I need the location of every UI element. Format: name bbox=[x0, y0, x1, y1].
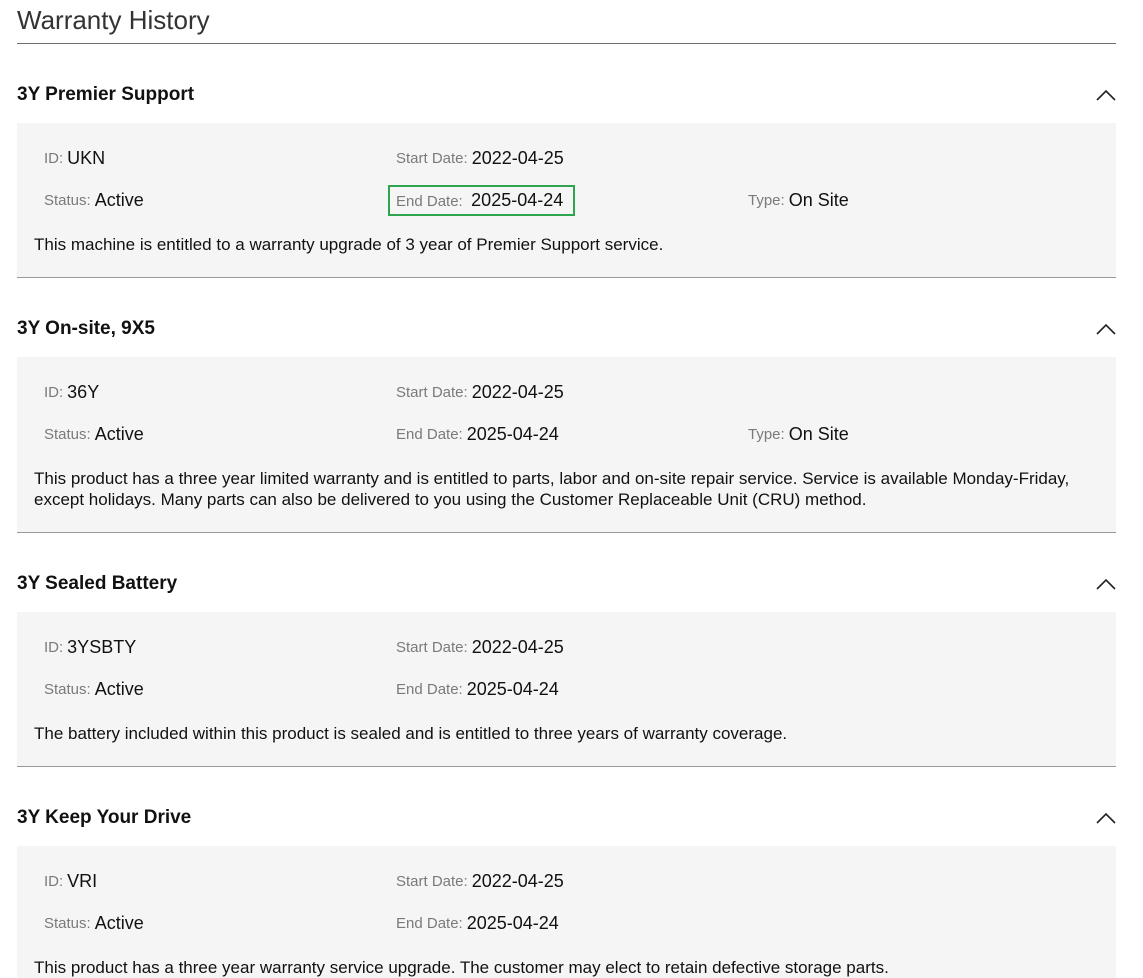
start-date-value: 2022-04-25 bbox=[471, 636, 564, 657]
details-row: ID: 3YSBTY Start Date: 2022-04-25 bbox=[17, 626, 1116, 668]
start-date-value: 2022-04-25 bbox=[471, 870, 564, 891]
type-value: On Site bbox=[788, 189, 849, 210]
details-row: Status: Active End Date: 2025-04-24 Type… bbox=[17, 179, 1116, 221]
type-field: Type: On Site bbox=[748, 423, 849, 444]
id-value: 36Y bbox=[67, 381, 100, 402]
details-row: ID: VRI Start Date: 2022-04-25 bbox=[17, 860, 1116, 902]
section-description: This product has a three year warranty s… bbox=[34, 958, 889, 977]
start-date-field: Start Date: 2022-04-25 bbox=[396, 636, 564, 657]
start-date-label: Start Date bbox=[396, 383, 464, 401]
status-label: Status bbox=[44, 425, 87, 443]
end-date-value: 2025-04-24 bbox=[466, 912, 559, 933]
chevron-up-icon[interactable] bbox=[1096, 322, 1116, 336]
section-details: ID: 36Y Start Date: 2022-04-25 Status: A… bbox=[17, 357, 1116, 532]
id-field: ID: 36Y bbox=[44, 381, 100, 402]
id-label: ID bbox=[44, 149, 59, 167]
end-date-label: End Date bbox=[396, 680, 459, 698]
warranty-section-onsite: 3Y On-site, 9X5 ID: 36Y Start Date: 2022… bbox=[17, 278, 1116, 533]
start-date-field: Start Date: 2022-04-25 bbox=[396, 870, 564, 891]
section-description: This product has a three year limited wa… bbox=[34, 469, 1070, 509]
chevron-up-icon[interactable] bbox=[1096, 88, 1116, 102]
status-value: Active bbox=[94, 678, 144, 699]
details-row: Status: Active End Date: 2025-04-24 bbox=[17, 668, 1116, 710]
warranty-history-panel: Warranty History 3Y Premier Support ID: … bbox=[17, 0, 1116, 978]
id-value: UKN bbox=[67, 147, 106, 168]
section-details: ID: VRI Start Date: 2022-04-25 Status: A… bbox=[17, 846, 1116, 978]
section-title: 3Y On-site, 9X5 bbox=[17, 317, 155, 339]
section-header-toggle[interactable]: 3Y Sealed Battery bbox=[17, 533, 1116, 612]
details-row: ID: 36Y Start Date: 2022-04-25 bbox=[17, 371, 1116, 413]
id-field: ID: VRI bbox=[44, 870, 98, 891]
id-label: ID bbox=[44, 872, 59, 890]
status-value: Active bbox=[94, 912, 144, 933]
start-date-value: 2022-04-25 bbox=[471, 381, 564, 402]
type-label: Type bbox=[748, 191, 781, 209]
status-field: Status: Active bbox=[44, 912, 144, 933]
status-field: Status: Active bbox=[44, 423, 144, 444]
status-value: Active bbox=[94, 423, 144, 444]
section-details: ID: UKN Start Date: 2022-04-25 Status: A… bbox=[17, 123, 1116, 277]
status-field: Status: Active bbox=[44, 189, 144, 210]
page-title: Warranty History bbox=[17, 0, 1116, 44]
highlight-box: End Date: 2025-04-24 bbox=[388, 184, 576, 216]
details-row: Status: Active End Date: 2025-04-24 bbox=[17, 902, 1116, 944]
start-date-value: 2022-04-25 bbox=[471, 147, 564, 168]
type-field: Type: On Site bbox=[748, 189, 849, 210]
end-date-label: End Date bbox=[396, 914, 459, 932]
end-date-field: End Date: 2025-04-24 bbox=[396, 678, 559, 699]
id-field: ID: 3YSBTY bbox=[44, 636, 137, 657]
details-row: ID: UKN Start Date: 2022-04-25 bbox=[17, 137, 1116, 179]
section-header-toggle[interactable]: 3Y Keep Your Drive bbox=[17, 767, 1116, 846]
warranty-section-sealed-battery: 3Y Sealed Battery ID: 3YSBTY Start Date:… bbox=[17, 533, 1116, 767]
details-row: Status: Active End Date: 2025-04-24 Type… bbox=[17, 413, 1116, 455]
end-date-value: 2025-04-24 bbox=[471, 189, 564, 210]
section-title: 3Y Sealed Battery bbox=[17, 572, 178, 594]
status-value: Active bbox=[94, 189, 144, 210]
section-header-toggle[interactable]: 3Y Premier Support bbox=[17, 44, 1116, 123]
start-date-field: Start Date: 2022-04-25 bbox=[396, 147, 564, 168]
id-label: ID bbox=[44, 638, 59, 656]
warranty-section-premier-support: 3Y Premier Support ID: UKN Start Date: 2… bbox=[17, 44, 1116, 278]
section-description: The battery included within this product… bbox=[34, 724, 788, 743]
status-field: Status: Active bbox=[44, 678, 144, 699]
id-field: ID: UKN bbox=[44, 147, 106, 168]
end-date-label: End Date bbox=[396, 425, 459, 443]
id-label: ID bbox=[44, 383, 59, 401]
end-date-value: 2025-04-24 bbox=[466, 678, 559, 699]
start-date-field: Start Date: 2022-04-25 bbox=[396, 381, 564, 402]
start-date-label: Start Date bbox=[396, 638, 464, 656]
chevron-up-icon[interactable] bbox=[1096, 577, 1116, 591]
warranty-section-keep-your-drive: 3Y Keep Your Drive ID: VRI Start Date: 2… bbox=[17, 767, 1116, 978]
section-header-toggle[interactable]: 3Y On-site, 9X5 bbox=[17, 278, 1116, 357]
end-date-value: 2025-04-24 bbox=[466, 423, 559, 444]
id-value: VRI bbox=[67, 870, 98, 891]
chevron-up-icon[interactable] bbox=[1096, 811, 1116, 825]
start-date-label: Start Date bbox=[396, 149, 464, 167]
end-date-label: End Date bbox=[396, 192, 459, 210]
end-date-field: End Date: 2025-04-24 bbox=[396, 423, 559, 444]
type-value: On Site bbox=[788, 423, 849, 444]
status-label: Status bbox=[44, 680, 87, 698]
section-title: 3Y Premier Support bbox=[17, 83, 195, 105]
status-label: Status bbox=[44, 191, 87, 209]
section-details: ID: 3YSBTY Start Date: 2022-04-25 Status… bbox=[17, 612, 1116, 766]
id-value: 3YSBTY bbox=[67, 636, 137, 657]
section-description: This machine is entitled to a warranty u… bbox=[34, 235, 664, 254]
start-date-label: Start Date bbox=[396, 872, 464, 890]
status-label: Status bbox=[44, 914, 87, 932]
type-label: Type bbox=[748, 425, 781, 443]
end-date-field-highlighted: End Date: 2025-04-24 bbox=[388, 179, 576, 221]
section-title: 3Y Keep Your Drive bbox=[17, 806, 192, 828]
end-date-field: End Date: 2025-04-24 bbox=[396, 912, 559, 933]
